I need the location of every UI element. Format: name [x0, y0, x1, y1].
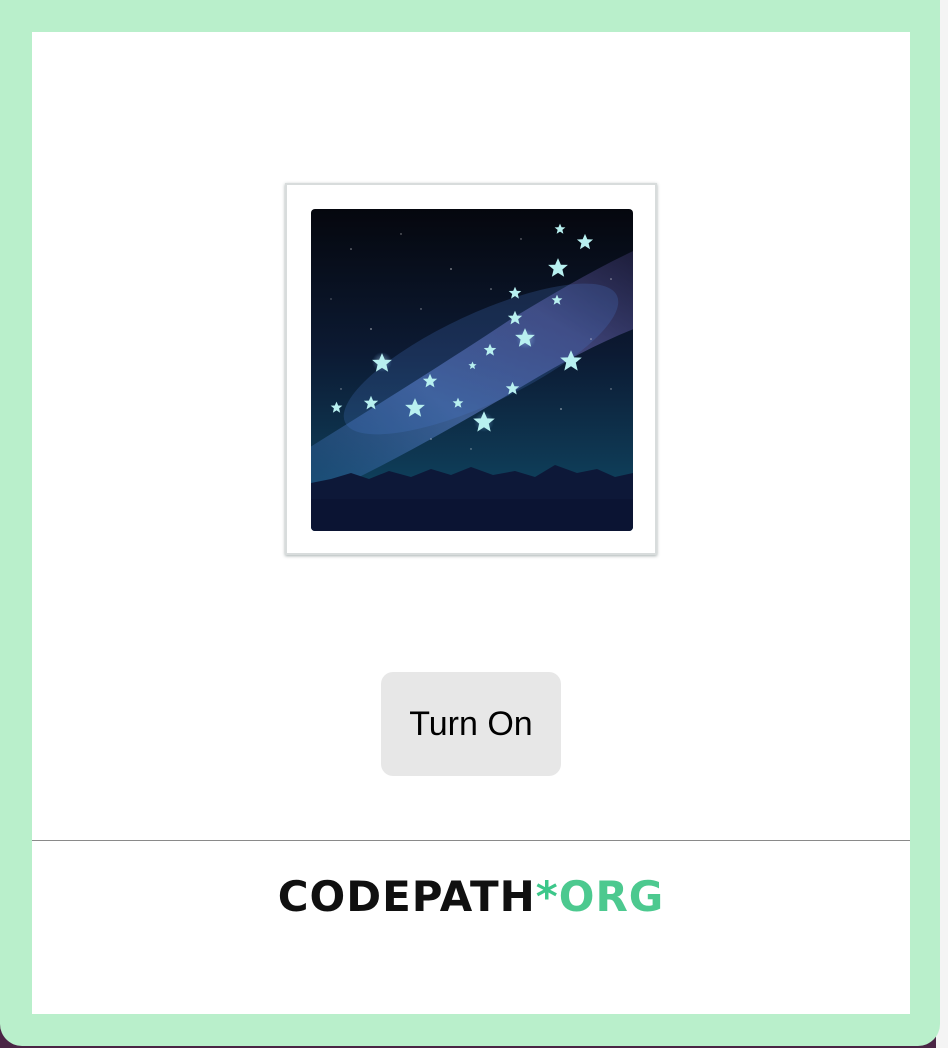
- logo-text-main: CODEPATH: [277, 872, 536, 921]
- logo-text-org: ORG: [558, 872, 665, 921]
- image-card: [285, 183, 657, 555]
- app-frame: Turn On CODEPATH*ORG: [0, 0, 940, 1046]
- milky-way-icon: [311, 209, 633, 531]
- divider: [32, 840, 910, 841]
- main-panel: Turn On CODEPATH*ORG: [32, 32, 910, 1014]
- codepath-logo: CODEPATH*ORG: [32, 868, 910, 926]
- turn-on-button[interactable]: Turn On: [381, 672, 561, 776]
- logo-asterisk: *: [535, 872, 559, 921]
